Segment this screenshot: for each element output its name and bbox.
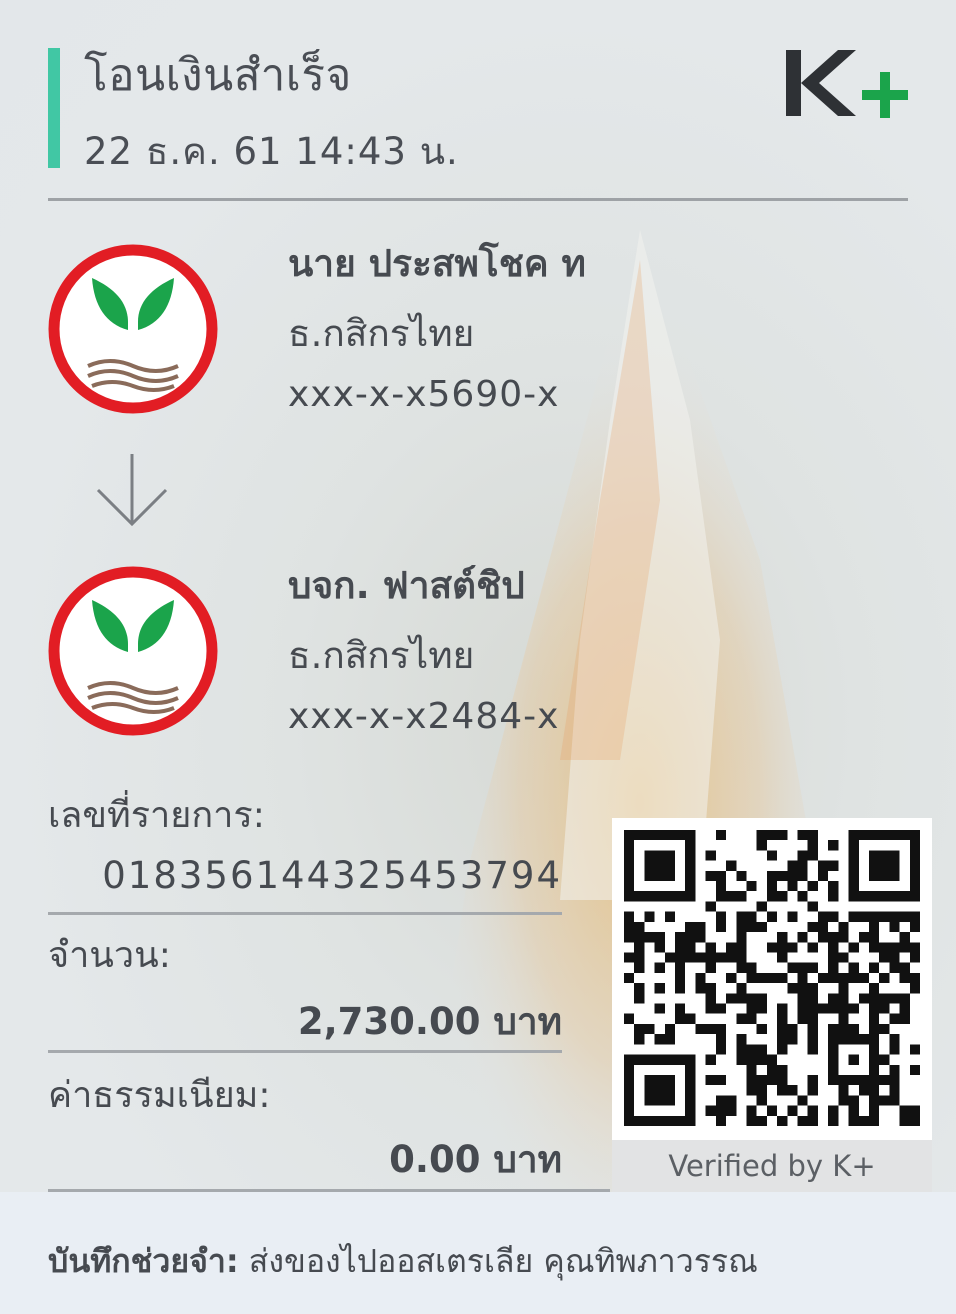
- qr-caption: Verified by K+: [612, 1140, 932, 1192]
- kplus-logo-icon: [786, 50, 908, 118]
- memo: บันทึกช่วยจำ: ส่งของไปออสเตรเลีย คุณทิพภ…: [48, 1236, 758, 1287]
- detail-divider: [48, 912, 562, 915]
- sender-bank: ธ.กสิกรไทย: [288, 312, 475, 355]
- qr-code-icon: [624, 830, 920, 1126]
- reference-number: 018356144325453794: [102, 854, 562, 897]
- fee-label: ค่าธรรมเนียม:: [48, 1075, 271, 1116]
- accent-bar: [48, 48, 60, 168]
- memo-label: บันทึกช่วยจำ:: [48, 1242, 239, 1280]
- kasikorn-bank-icon: [48, 244, 218, 414]
- receiver-bank: ธ.กสิกรไทย: [288, 634, 475, 677]
- amount-value: 2,730.00 บาท: [297, 1000, 562, 1043]
- transaction-datetime: 22 ธ.ค. 61 14:43 น.: [84, 130, 459, 173]
- reference-label: เลขที่รายการ:: [48, 795, 265, 836]
- arrow-down-icon: [96, 454, 168, 527]
- sender-name: นาย ประสพโชค ท: [288, 242, 586, 285]
- memo-text: ส่งของไปออสเตรเลีย คุณทิพภาวรรณ: [238, 1242, 758, 1280]
- header-divider: [48, 198, 908, 201]
- page-title: โอนเงินสำเร็จ: [84, 50, 352, 101]
- verification-qr[interactable]: Verified by K+: [612, 818, 932, 1192]
- kasikorn-bank-icon: [48, 566, 218, 736]
- detail-divider: [48, 1050, 562, 1053]
- amount-label: จำนวน:: [48, 935, 171, 976]
- receiver-name: บจก. ฟาสต์ชิป: [288, 564, 525, 607]
- receiver-account: xxx-x-x2484-x: [288, 696, 560, 737]
- sender-account: xxx-x-x5690-x: [288, 374, 560, 415]
- fee-value: 0.00 บาท: [389, 1138, 562, 1181]
